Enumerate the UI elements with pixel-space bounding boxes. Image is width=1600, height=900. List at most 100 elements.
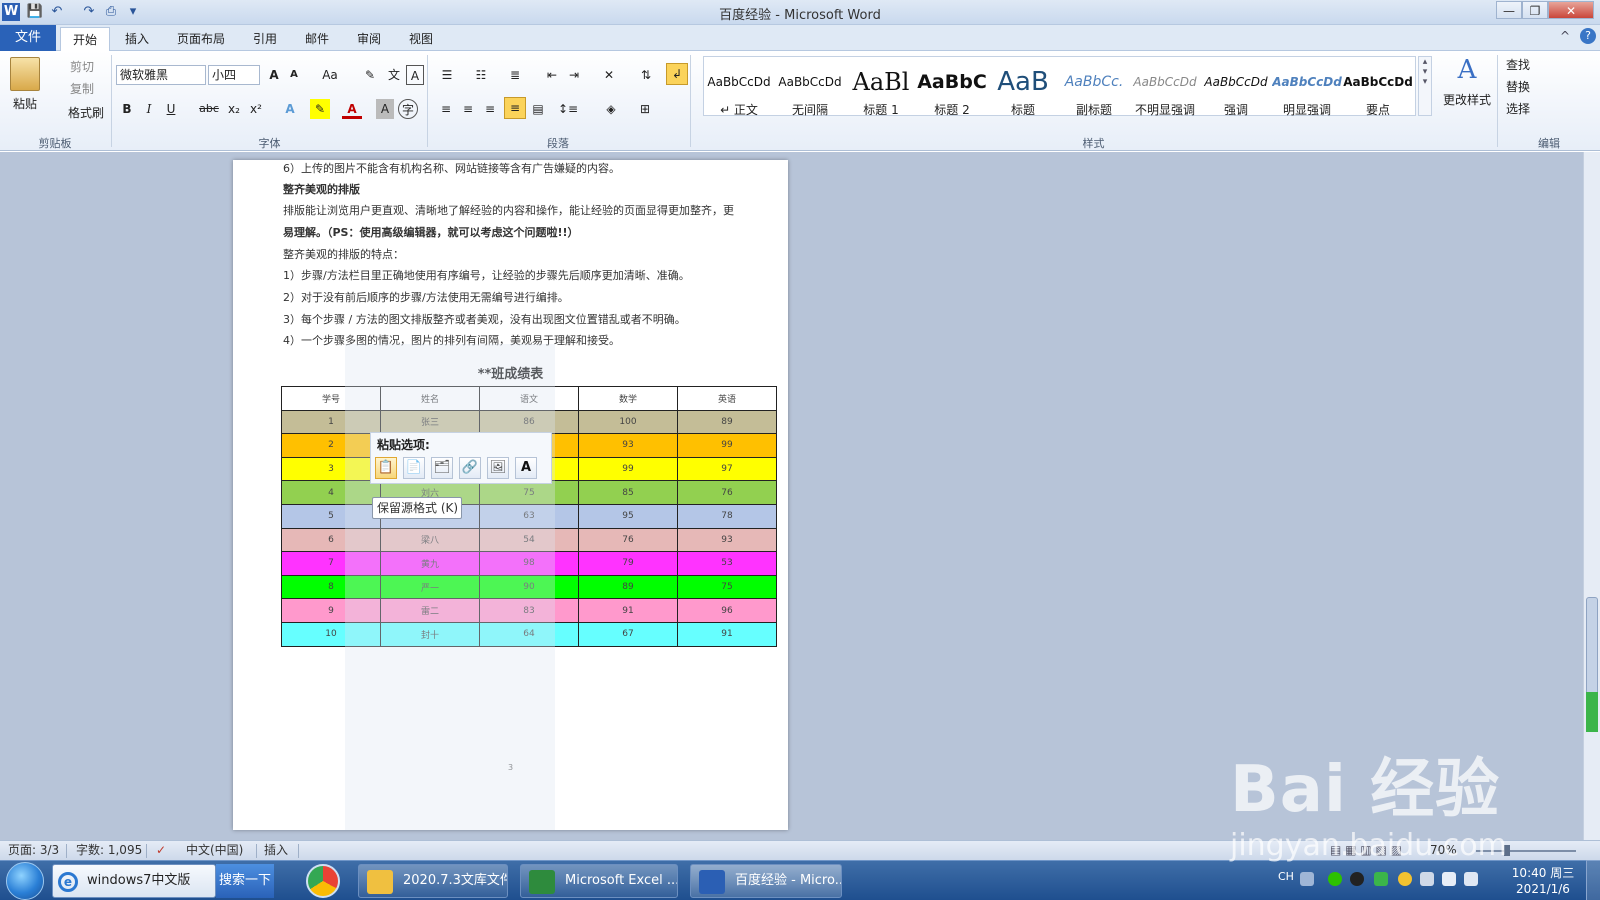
link-keep-source-icon[interactable]: 🗂 xyxy=(431,457,453,479)
style-normal[interactable]: AaBbCcDd ↵ 正文 xyxy=(704,67,774,121)
show-marks-icon[interactable]: ↲ xyxy=(666,63,688,85)
format-painter-button[interactable]: 格式刷 xyxy=(56,103,116,123)
table-cell[interactable]: 76 xyxy=(578,527,678,553)
clock-date[interactable]: 2021/1/6 xyxy=(1508,882,1578,896)
table-cell[interactable]: 99 xyxy=(578,456,678,482)
phonetic-guide-icon[interactable]: 文 xyxy=(384,65,404,85)
style-no-spacing[interactable]: AaBbCcDd 无间隔 xyxy=(775,67,845,121)
table-cell[interactable]: 89 xyxy=(578,574,678,600)
wechat-icon[interactable] xyxy=(1328,872,1342,886)
style-subtitle[interactable]: AaBbCc. 副标题 xyxy=(1059,67,1129,121)
distribute-icon[interactable]: ▤ xyxy=(528,99,548,119)
help-icon[interactable]: ? xyxy=(1580,28,1596,44)
table-cell[interactable]: 79 xyxy=(578,551,678,576)
styles-scroll[interactable]: ▴ ▾ ▾ xyxy=(1418,56,1432,116)
taskbar-item-excel[interactable]: Microsoft Excel ... xyxy=(520,864,678,898)
search-button[interactable]: 搜索一下 xyxy=(216,864,274,898)
line-spacing-icon[interactable]: ↕≡ xyxy=(556,99,580,119)
close-button[interactable]: ✕ xyxy=(1548,1,1594,19)
change-styles-icon[interactable]: A xyxy=(1440,55,1494,85)
style-intense-emphasis[interactable]: AaBbCcDd 明显强调 xyxy=(1272,67,1342,121)
taskbar-item-explorer[interactable]: 2020.7.3文库文件 xyxy=(358,864,508,898)
shrink-font-icon[interactable]: A xyxy=(286,65,302,85)
tray-app-icon[interactable] xyxy=(1398,872,1412,886)
paste-as-picture-icon[interactable]: 🖼 xyxy=(487,457,509,479)
copy-button[interactable]: 复制 xyxy=(52,79,112,99)
table-cell[interactable]: 96 xyxy=(677,598,777,623)
doc-list-item[interactable]: 2）对于没有前后顺序的步骤/方法使用无需编号进行编排。 xyxy=(283,289,569,307)
doc-paragraph[interactable]: 6）上传的图片不能含有机构名称、网站链接等含有广告嫌疑的内容。 xyxy=(283,160,620,178)
table-cell[interactable]: 91 xyxy=(578,598,678,623)
replace-button[interactable]: 替换 xyxy=(1506,77,1566,97)
ime-indicator[interactable]: CH xyxy=(1278,870,1294,883)
table-cell[interactable]: 76 xyxy=(677,480,777,505)
text-effects-icon[interactable]: A xyxy=(280,99,300,119)
tab-references[interactable]: 引用 xyxy=(240,27,290,51)
numbering-icon[interactable]: ☷ xyxy=(470,65,492,85)
tab-view[interactable]: 视图 xyxy=(396,27,446,51)
status-page[interactable]: 页面: 3/3 xyxy=(8,841,59,861)
chrome-icon[interactable] xyxy=(306,864,340,898)
style-emphasis[interactable]: AaBbCcDd 强调 xyxy=(1201,67,1271,121)
status-language[interactable]: 中文(中国) xyxy=(186,841,243,861)
keyboard-icon[interactable] xyxy=(1300,872,1314,886)
justify-icon[interactable]: ≡ xyxy=(504,97,526,119)
decrease-indent-icon[interactable]: ⇤ xyxy=(542,65,562,85)
select-button[interactable]: 选择 xyxy=(1506,99,1566,119)
minimize-button[interactable]: — xyxy=(1496,1,1522,19)
proofing-icon[interactable]: ✓ xyxy=(156,841,166,861)
align-right-icon[interactable]: ≡ xyxy=(480,99,500,119)
change-case-icon[interactable]: Aa xyxy=(318,65,342,85)
superscript-button[interactable]: x² xyxy=(246,99,266,119)
clock-time[interactable]: 10:40 周三 xyxy=(1508,864,1578,881)
char-shading-icon[interactable]: A xyxy=(376,99,394,119)
ie-icon[interactable]: e xyxy=(58,872,78,892)
tab-page-layout[interactable]: 页面布局 xyxy=(164,27,238,51)
style-subtle-emphasis[interactable]: AaBbCcDd 不明显强调 xyxy=(1130,67,1200,121)
tab-file[interactable]: 文件 xyxy=(0,25,56,51)
font-size-combo[interactable]: 小四 xyxy=(208,65,260,85)
doc-list-item[interactable]: 1）步骤/方法栏目里正确地使用有序编号，让经验的步骤先后顺序更加清晰、准确。 xyxy=(283,267,690,285)
paste-icon[interactable] xyxy=(10,57,40,91)
status-insert-mode[interactable]: 插入 xyxy=(264,841,288,861)
table-cell[interactable]: 97 xyxy=(677,456,777,482)
security-icon[interactable] xyxy=(1374,872,1388,886)
document-page[interactable]: 6）上传的图片不能含有机构名称、网站链接等含有广告嫌疑的内容。 整齐美观的排版 … xyxy=(233,160,788,830)
table-cell[interactable]: 95 xyxy=(578,503,678,529)
paste-button[interactable]: 粘贴 xyxy=(8,95,42,112)
table-cell[interactable]: 53 xyxy=(677,551,777,576)
keep-source-format-icon[interactable]: 📋 xyxy=(375,457,397,479)
chinese-layout-icon[interactable]: ✕ xyxy=(598,65,620,85)
italic-button[interactable]: I xyxy=(140,99,158,119)
enclose-char-icon[interactable]: 字 xyxy=(398,99,418,119)
status-word-count[interactable]: 字数: 1,095 xyxy=(76,841,142,861)
shading-icon[interactable]: ◈ xyxy=(600,99,622,119)
increase-indent-icon[interactable]: ⇥ xyxy=(564,65,584,85)
bullets-icon[interactable]: ☰ xyxy=(436,65,458,85)
clear-format-icon[interactable]: ✎ xyxy=(360,65,380,85)
show-desktop-button[interactable] xyxy=(1586,860,1600,900)
doc-paragraph[interactable]: 易理解。（PS：使用高级编辑器，就可以考虑这个问题啦!!） xyxy=(283,224,579,242)
doc-paragraph[interactable]: 整齐美观的排版的特点： xyxy=(283,246,404,264)
doc-list-item[interactable]: 3）每个步骤 / 方法的图文排版整齐或者美观，没有出现图文位置错乱或者不明确。 xyxy=(283,311,686,329)
tab-home[interactable]: 开始 xyxy=(60,27,110,51)
table-cell[interactable]: 91 xyxy=(677,621,777,647)
style-title[interactable]: AaB 标题 xyxy=(988,67,1058,121)
table-cell[interactable]: 89 xyxy=(677,409,777,435)
start-button[interactable] xyxy=(6,862,44,900)
table-cell[interactable]: 93 xyxy=(578,433,678,458)
doc-heading[interactable]: 整齐美观的排版 xyxy=(283,181,360,199)
tab-mailings[interactable]: 邮件 xyxy=(292,27,342,51)
restore-button[interactable]: ❐ xyxy=(1522,1,1548,19)
taskbar-item-word[interactable]: 百度经验 - Micro... xyxy=(690,864,842,898)
align-left-icon[interactable]: ≡ xyxy=(436,99,456,119)
volume-icon[interactable] xyxy=(1464,872,1478,886)
use-destination-styles-icon[interactable]: 📄 xyxy=(403,457,425,479)
action-center-icon[interactable] xyxy=(1442,872,1456,886)
grow-font-icon[interactable]: A xyxy=(264,65,284,85)
font-color-icon[interactable]: A xyxy=(342,99,362,119)
table-cell[interactable]: 100 xyxy=(578,409,678,435)
tab-insert[interactable]: 插入 xyxy=(112,27,162,51)
table-cell[interactable]: 93 xyxy=(677,527,777,553)
table-cell[interactable]: 67 xyxy=(578,621,678,647)
